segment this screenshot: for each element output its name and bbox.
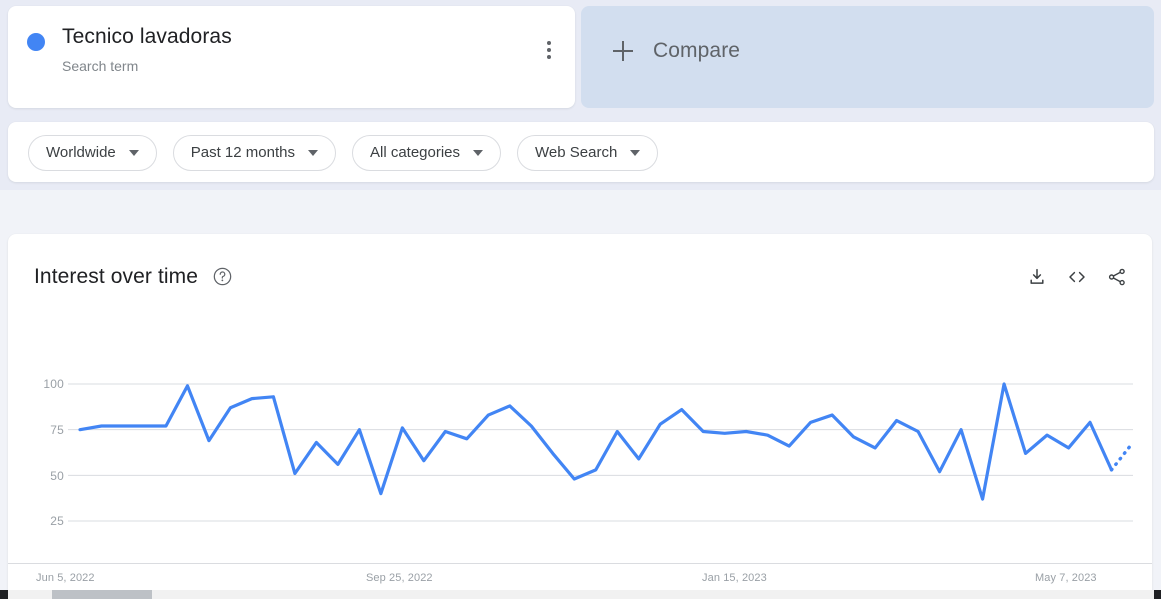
google-trends-page: Tecnico lavadoras Search term Compare Wo… [0,0,1161,599]
x-tick-label-1: Jun 5, 2022 [36,572,95,584]
interest-over-time-chart[interactable] [8,234,1152,590]
horizontal-scrollbar[interactable] [0,590,1161,599]
y-tick-label-100: 100 [43,377,64,391]
chart-plot-area [8,234,1152,590]
compare-label: Compare [653,39,741,62]
filter-chip-label: All categories [369,144,461,161]
compare-inner: Compare [613,39,740,63]
y-tick-label-25: 25 [50,514,64,528]
scrollbar-thumb[interactable] [52,590,152,599]
trend-line-solid [78,382,1114,501]
search-term-subtitle: Search term [62,58,139,74]
chevron-down-icon [630,150,641,156]
plus-icon [613,41,633,61]
dot [547,55,551,60]
chevron-down-icon [307,150,318,156]
search-term-title: Tecnico lavadoras [62,25,232,48]
x-tick-label-2: Sep 25, 2022 [366,572,433,584]
chevron-down-icon [473,150,484,156]
dot [547,48,551,52]
filter-chip-location[interactable]: Worldwide [28,135,157,171]
dot [547,40,551,45]
more-vert-icon[interactable] [535,36,563,64]
term-compare-row: Tecnico lavadoras Search term Compare [8,6,1154,108]
filter-chip-search-type[interactable]: Web Search [517,135,659,171]
filter-chip-time-range[interactable]: Past 12 months [172,135,336,171]
x-tick-label-4: May 7, 2023 [1035,572,1097,584]
compare-button[interactable]: Compare [581,6,1154,108]
series-color-dot [27,33,45,51]
interest-over-time-card: Interest over time 100 75 50 25 Jun 5, 2… [8,234,1152,590]
filter-chip-group: Worldwide Past 12 months All categories … [28,135,674,171]
search-term-card[interactable]: Tecnico lavadoras Search term [8,6,575,108]
trend-line-partial-data [1109,440,1135,472]
filter-chip-label: Past 12 months [190,144,295,161]
filters-bar: Worldwide Past 12 months All categories … [8,122,1154,182]
y-tick-label-75: 75 [50,423,64,437]
filter-chip-label: Web Search [535,144,618,161]
y-tick-label-50: 50 [50,469,64,483]
filter-chip-label: Worldwide [46,144,116,161]
chevron-down-icon [128,150,139,156]
x-axis-rule [8,563,1152,564]
filter-chip-category[interactable]: All categories [351,135,502,171]
x-tick-label-3: Jan 15, 2023 [702,572,767,584]
scrollbar-track[interactable] [8,590,1154,599]
